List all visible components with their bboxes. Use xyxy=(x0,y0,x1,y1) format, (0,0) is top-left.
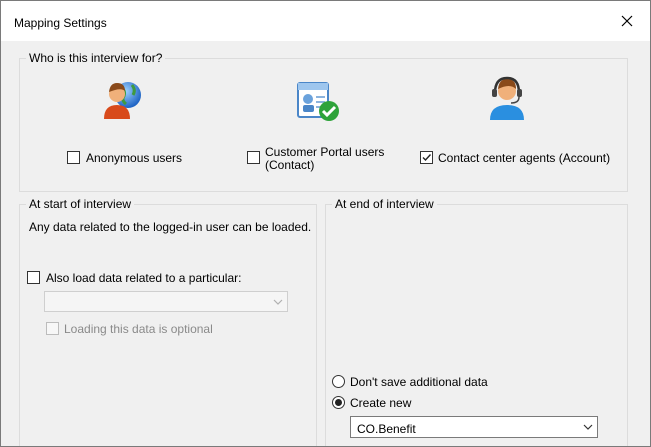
start-of-interview-group: At start of interview Any data related t… xyxy=(19,197,317,446)
globe-person-icon xyxy=(104,82,141,119)
start-group-description: Any data related to the logged-in user c… xyxy=(29,220,312,234)
end-group-legend: At end of interview xyxy=(332,197,437,211)
dont-save-radio[interactable] xyxy=(332,375,345,388)
close-icon xyxy=(621,15,633,27)
customer-portal-users-checkbox[interactable] xyxy=(247,151,260,164)
who-group: Who is this interview for? Anonymous use… xyxy=(19,51,628,192)
start-group-legend: At start of interview xyxy=(26,197,135,211)
chevron-down-icon xyxy=(583,424,593,430)
title-bar: Mapping Settings xyxy=(1,1,650,41)
loading-optional-checkbox[interactable] xyxy=(46,322,59,335)
entity-select[interactable] xyxy=(44,291,288,312)
close-button[interactable] xyxy=(604,1,650,41)
customer-portal-users-label-line2: (Contact) xyxy=(265,158,315,172)
create-new-label: Create new xyxy=(350,396,412,410)
create-new-select-value: CO.Benefit xyxy=(357,422,416,436)
also-load-checkbox[interactable] xyxy=(27,271,40,284)
create-new-select[interactable]: CO.Benefit xyxy=(350,416,598,438)
window-title: Mapping Settings xyxy=(14,16,107,30)
customer-portal-users-label-line1: Customer Portal users xyxy=(265,145,385,159)
create-new-radio[interactable] xyxy=(332,396,345,409)
anonymous-users-label: Anonymous users xyxy=(86,151,183,165)
end-of-interview-group: At end of interview Don't save additiona… xyxy=(325,197,628,446)
chevron-down-icon xyxy=(273,299,283,305)
dont-save-label: Don't save additional data xyxy=(350,375,488,389)
also-load-label: Also load data related to a particular: xyxy=(46,271,242,285)
mapping-settings-window: Mapping Settings Who is this interview f… xyxy=(0,0,651,447)
headset-agent-icon xyxy=(490,76,524,120)
contact-center-agents-checkbox[interactable] xyxy=(420,151,433,164)
radio-selected-dot xyxy=(335,399,342,406)
loading-optional-label: Loading this data is optional xyxy=(64,322,213,336)
anonymous-users-checkbox[interactable] xyxy=(67,151,80,164)
checkmark-icon xyxy=(422,154,432,162)
contact-card-check-icon xyxy=(297,82,339,121)
contact-center-agents-label: Contact center agents (Account) xyxy=(438,151,611,165)
who-group-legend: Who is this interview for? xyxy=(26,51,166,65)
